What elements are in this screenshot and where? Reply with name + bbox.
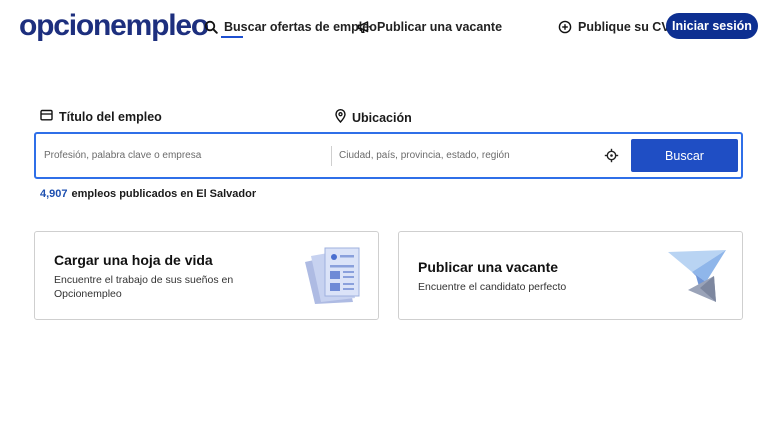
plus-circle-icon [558,20,572,34]
nav-post-cv[interactable]: Publique su CV [558,16,670,38]
search-divider [331,146,332,166]
location-label: Ubicación [335,109,412,126]
nav-search-jobs[interactable]: Buscar ofertas de empleo [204,16,377,38]
jobs-count[interactable]: 4,907 [40,188,68,200]
job-title-label-text: Título del empleo [59,109,162,124]
jobs-count-line: 4,907 empleos publicados en El Salvador [40,188,256,200]
location-pin-icon [335,109,346,126]
post-vacancy-title: Publicar una vacante [418,259,559,275]
briefcase-icon [40,109,53,124]
active-tab-underline [221,36,243,38]
location-search-input[interactable] [339,134,599,177]
crosshair-locate-icon[interactable] [603,147,620,164]
paper-plane-illustration [666,246,730,309]
upload-cv-title: Cargar una hoja de vida [54,252,213,268]
cv-document-illustration [301,244,367,311]
upload-cv-card[interactable]: Cargar una hoja de vida Encuentre el tra… [34,231,379,320]
nav-post-vacancy[interactable]: Publicar una vacante [357,16,502,38]
search-form: Buscar [34,132,743,179]
header: opcionempleo Buscar ofertas de empleo Pu… [0,0,777,52]
job-search-input[interactable] [44,134,324,177]
search-button[interactable]: Buscar [631,139,738,172]
jobs-count-text: empleos publicados en El Salvador [71,188,257,200]
megaphone-icon [357,20,371,34]
logo[interactable]: opcionempleo [19,9,209,43]
post-vacancy-card[interactable]: Publicar una vacante Encuentre el candid… [398,231,743,320]
nav-post-vacancy-label: Publicar una vacante [377,20,503,34]
post-vacancy-description: Encuentre el candidato perfecto [418,281,567,293]
upload-cv-description: Encuentre el trabajo de sus sueños en Op… [54,274,234,300]
nav-search-jobs-label: Buscar ofertas de empleo [224,20,377,34]
job-title-label: Título del empleo [40,109,162,124]
login-button[interactable]: Iniciar sesión [666,13,758,39]
location-label-text: Ubicación [352,110,412,125]
nav-post-cv-label: Publique su CV [578,20,670,34]
search-icon [204,20,218,34]
